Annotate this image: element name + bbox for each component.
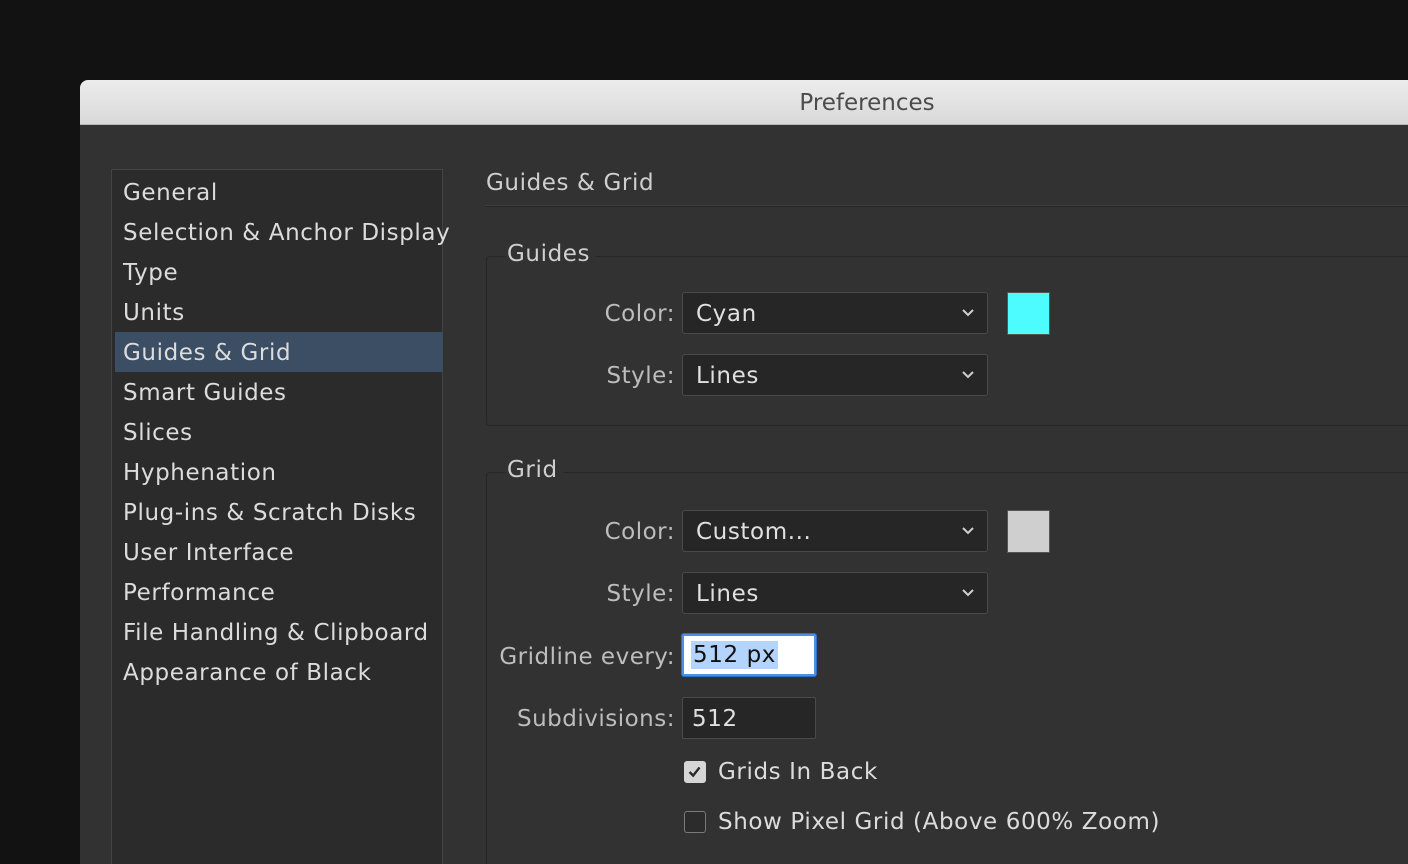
guides-color-label: Color: xyxy=(604,301,675,327)
guides-style-label: Style: xyxy=(606,363,675,389)
guides-group-title: Guides xyxy=(505,241,597,267)
preferences-window: Preferences General Selection & Anchor D… xyxy=(80,80,1408,864)
chevron-down-icon xyxy=(962,309,974,317)
grid-color-value: Custom... xyxy=(696,519,812,545)
chevron-down-icon xyxy=(962,371,974,379)
grid-color-swatch[interactable] xyxy=(1007,510,1050,553)
gridline-every-value: 512 px xyxy=(691,641,779,669)
preferences-sidebar: General Selection & Anchor Display Type … xyxy=(111,169,450,864)
checkmark-icon xyxy=(688,766,701,778)
chevron-down-icon xyxy=(962,527,974,535)
guides-color-value: Cyan xyxy=(696,301,757,327)
guides-style-value: Lines xyxy=(696,363,759,389)
grid-style-value: Lines xyxy=(696,581,759,607)
gridline-every-label: Gridline every: xyxy=(499,644,675,670)
show-pixel-grid-label[interactable]: Show Pixel Grid (Above 600% Zoom) xyxy=(718,809,1160,835)
sidebar-item-general[interactable]: General xyxy=(115,172,443,212)
chevron-down-icon xyxy=(962,589,974,597)
grids-in-back-checkbox[interactable] xyxy=(684,761,706,783)
show-pixel-grid-checkbox[interactable] xyxy=(684,811,706,833)
window-title: Preferences xyxy=(799,90,935,116)
guides-group: Guides xyxy=(486,241,1408,426)
section-heading: Guides & Grid xyxy=(486,170,655,196)
sidebar-item-slices[interactable]: Slices xyxy=(115,412,443,452)
sidebar-item-hyphenation[interactable]: Hyphenation xyxy=(115,452,443,492)
subdivisions-input[interactable]: 512 xyxy=(682,697,816,739)
grids-in-back-label[interactable]: Grids In Back xyxy=(718,759,878,785)
guides-color-select[interactable]: Cyan xyxy=(682,292,988,334)
grid-style-select[interactable]: Lines xyxy=(682,572,988,614)
subdivisions-label: Subdivisions: xyxy=(516,706,675,732)
section-divider xyxy=(486,205,1408,207)
grid-style-label: Style: xyxy=(606,581,675,607)
gridline-every-input[interactable]: 512 px xyxy=(682,634,816,676)
subdivisions-value: 512 xyxy=(692,706,738,732)
grid-group-title: Grid xyxy=(505,457,564,483)
sidebar-item-type[interactable]: Type xyxy=(115,252,443,292)
title-bar[interactable]: Preferences xyxy=(80,80,1408,125)
guides-color-swatch[interactable] xyxy=(1007,292,1050,335)
grid-color-label: Color: xyxy=(604,519,675,545)
sidebar-item-selection-anchor-display[interactable]: Selection & Anchor Display xyxy=(115,212,450,252)
guides-style-select[interactable]: Lines xyxy=(682,354,988,396)
grid-color-select[interactable]: Custom... xyxy=(682,510,988,552)
